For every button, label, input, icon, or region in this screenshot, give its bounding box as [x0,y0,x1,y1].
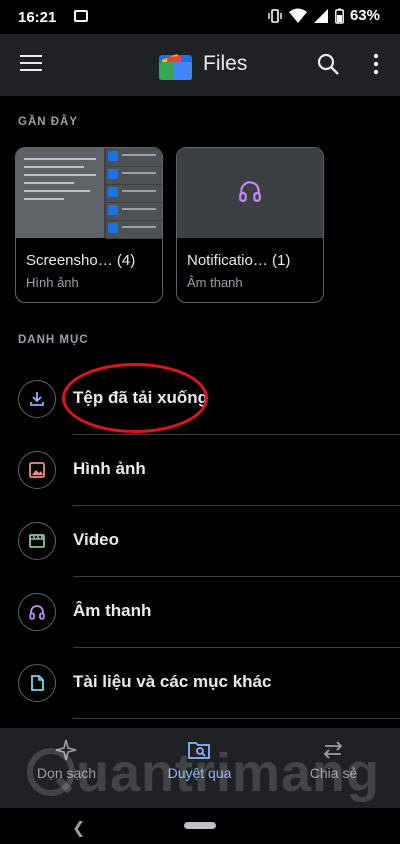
category-label: Hình ảnh [73,459,146,478]
menu-icon[interactable] [20,55,42,73]
recent-card-subtitle: Hình ảnh [26,275,79,290]
category-images[interactable]: Hình ảnh [0,434,400,506]
category-icon-circle [18,664,56,702]
category-audio[interactable]: Âm thanh [0,576,400,648]
category-label: Âm thanh [73,601,152,620]
watermark: uantrimang [26,742,380,804]
recent-section-label: GẦN ĐÂY [18,116,79,128]
back-icon[interactable]: ❮ [72,818,85,838]
categories-section-label: DANH MỤC [18,334,89,346]
image-icon [29,462,45,478]
watermark-logo-icon [27,748,75,796]
battery-percent: 63% [349,7,380,24]
status-bar: 16:21 63% [0,0,400,34]
more-vert-icon[interactable] [366,52,386,76]
category-icon-circle [18,380,56,418]
search-icon[interactable] [316,52,340,76]
recent-card-screenshots[interactable]: Screensho… (4) Hình ảnh [15,147,163,303]
category-documents[interactable]: Tài liệu và các mục khác [0,647,400,719]
status-indicators: 63% [267,7,380,24]
headphones-icon [239,181,261,202]
app-title: Files [203,52,248,75]
image-notification-icon [74,10,88,22]
wifi-icon [288,8,307,23]
vibrate-icon [268,8,282,23]
category-icon-circle [18,522,56,560]
recent-card-subtitle: Âm thanh [187,275,243,290]
files-logo-icon [159,54,192,80]
system-navigation-bar: ❮ [0,808,400,844]
battery-icon [335,8,344,24]
divider [73,718,400,719]
category-label: Tài liệu và các mục khác [73,672,272,691]
download-icon [30,392,44,406]
home-pill[interactable] [184,822,216,829]
video-icon [29,534,45,548]
category-icon-circle [18,451,56,489]
document-icon [31,675,44,691]
headphones-icon [29,605,45,620]
status-time: 16:21 [18,9,57,26]
highlight-annotation [62,363,208,433]
recent-card-notifications[interactable]: Notificatio… (1) Âm thanh [176,147,324,303]
category-video[interactable]: Video [0,505,400,577]
recent-card-title: Notificatio… (1) [187,252,291,269]
signal-icon [313,8,328,23]
audio-thumbnail [177,148,323,238]
category-label: Video [73,530,119,549]
category-icon-circle [18,593,56,631]
recent-card-title: Screensho… (4) [26,252,136,269]
watermark-text: uantrimang [76,743,381,803]
app-bar: Files [0,34,400,96]
screenshot-thumbnail [16,148,162,239]
